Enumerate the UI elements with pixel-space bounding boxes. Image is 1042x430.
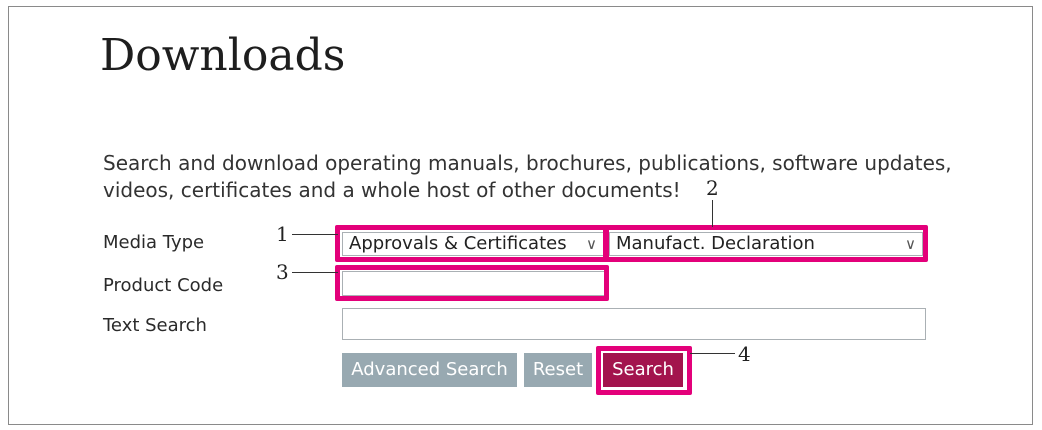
advanced-search-button[interactable]: Advanced Search — [342, 353, 517, 387]
callout-3: 3 — [276, 260, 289, 284]
intro-line-2: videos, certificates and a whole host of… — [103, 178, 681, 202]
page-title: Downloads — [100, 30, 346, 81]
highlight-media-subtype — [603, 225, 928, 262]
highlight-search-button — [596, 346, 692, 395]
intro-text: Search and download operating manuals, b… — [103, 150, 963, 204]
highlight-product-code — [335, 265, 609, 301]
product-code-label: Product Code — [103, 275, 224, 296]
callout-1-leader — [292, 234, 338, 235]
callout-4: 4 — [738, 342, 751, 366]
media-type-label: Media Type — [103, 232, 205, 253]
intro-line-1: Search and download operating manuals, b… — [103, 151, 952, 175]
text-search-input[interactable] — [342, 308, 926, 340]
callout-1: 1 — [276, 222, 289, 246]
callout-2-leader — [712, 200, 713, 227]
reset-button[interactable]: Reset — [524, 353, 592, 387]
text-search-label: Text Search — [103, 315, 207, 336]
callout-2: 2 — [706, 176, 719, 200]
callout-4-leader — [690, 353, 735, 354]
highlight-media-type — [335, 225, 609, 262]
callout-3-leader — [292, 272, 338, 273]
